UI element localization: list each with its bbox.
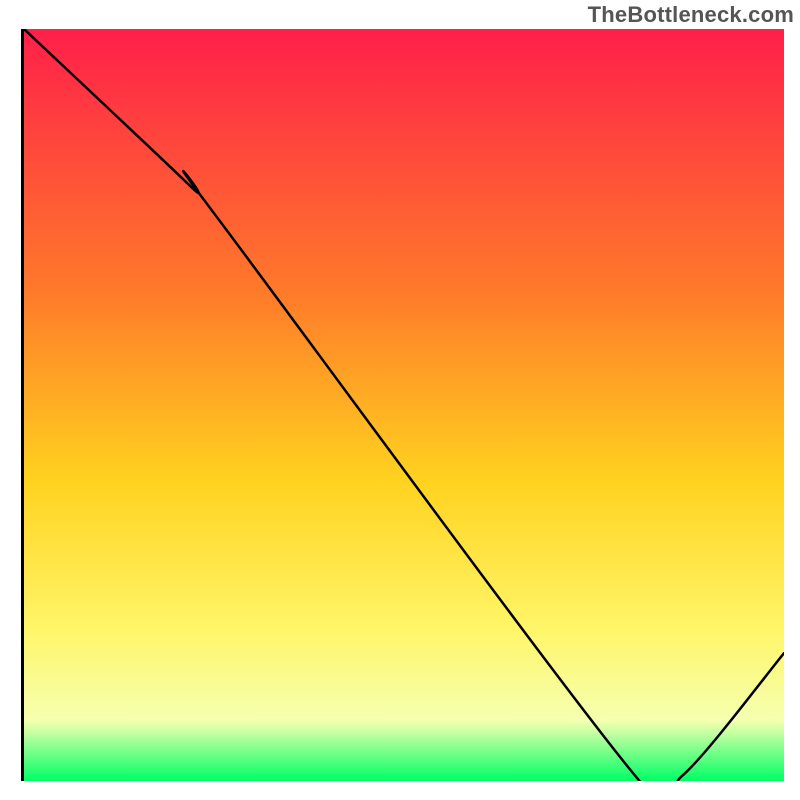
chart-stage: TheBottleneck.com (0, 0, 800, 800)
plot-area (21, 29, 781, 781)
watermark-text: TheBottleneck.com (588, 2, 794, 28)
plot-svg (24, 29, 784, 781)
gradient-background (24, 29, 784, 781)
